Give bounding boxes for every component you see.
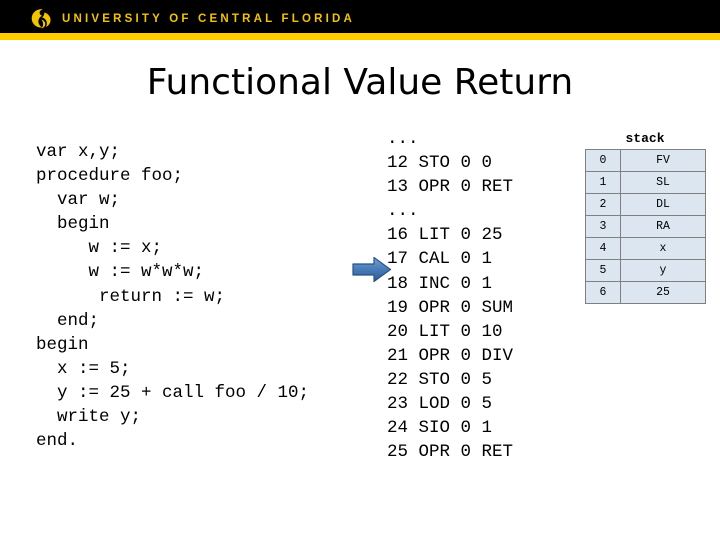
source-code-line: x := 5; [36, 358, 131, 379]
stack-table: 0 FV 1 SL 2 DL 3 RA 4 x 5 y 6 25 [585, 149, 706, 304]
assembly-code-line: 24 SIO 0 1 [387, 418, 493, 439]
table-row: 0 FV [585, 149, 706, 172]
assembly-code-block: ... 12 STO 0 0 13 OPR 0 RET... 16 LIT 0 25 1… [387, 127, 513, 464]
assembly-code-line: 16 LIT 0 25 [387, 225, 503, 246]
stack-index-cell: 6 [585, 281, 621, 304]
table-row: 3 RA [585, 215, 706, 238]
ucf-pegasus-logo-icon [31, 9, 51, 29]
source-code-line: y := 25 + call foo / 10; [36, 382, 310, 403]
source-code-line: w := w*w*w; [36, 262, 205, 283]
assembly-code-line: 13 OPR 0 RET [387, 177, 514, 198]
stack-value-cell: x [620, 237, 706, 260]
assembly-code-line: 12 STO 0 0 [387, 153, 493, 174]
source-code-line: var x,y; [36, 142, 121, 162]
stack-index-cell: 0 [585, 149, 621, 172]
stack-value-cell: 25 [620, 281, 706, 304]
stack-index-cell: 5 [585, 259, 621, 282]
slide-header: UNIVERSITY OF CENTRAL FLORIDA [0, 0, 720, 40]
table-row: 2 DL [585, 193, 706, 216]
page-title: Functional Value Return [146, 62, 574, 103]
ucf-wordmark: UNIVERSITY OF CENTRAL FLORIDA [62, 13, 355, 25]
stack-label: stack [625, 131, 665, 146]
header-gold-accent-bar [0, 33, 720, 40]
table-row: 4x [585, 237, 706, 260]
stack-value-cell: y [620, 259, 706, 282]
stack-value-cell: DL [620, 193, 706, 216]
source-code-line: begin [36, 214, 110, 235]
source-code-line: w := x; [36, 238, 163, 259]
stack-index-cell: 3 [585, 215, 621, 238]
stack-value-cell: SL [620, 171, 706, 194]
source-code-line: var w; [36, 190, 121, 211]
source-code-line: end. [36, 431, 79, 452]
assembly-code-line: ... [387, 129, 419, 149]
assembly-code-line: 23 LOD 0 5 [387, 394, 493, 415]
source-code-line: return := w; [36, 286, 226, 307]
assembly-code-line: ... [387, 201, 419, 222]
stack-index-cell: 1 [585, 171, 621, 194]
right-arrow-icon [352, 256, 392, 283]
stack-panel: stack 0 FV 1 SL 2 DL 3 RA 4 x 5 y 6 25 [585, 131, 706, 304]
stack-value-cell: RA [620, 215, 706, 238]
assembly-code-line: 21 OPR 0 DIV [387, 345, 514, 366]
source-code-line: begin [36, 334, 89, 355]
assembly-code-line: 17 CAL 0 1 [387, 249, 493, 270]
assembly-code-line: 25 OPR 0 RET [387, 442, 514, 463]
table-row: 6 25 [585, 281, 706, 304]
source-code-block: var x,y; procedure foo; var w; begin w :=… [36, 140, 309, 453]
stack-index-cell: 4 [585, 237, 621, 260]
source-code-line: end; [36, 310, 100, 331]
assembly-code-line: 22 STO 0 5 [387, 369, 493, 390]
source-code-line: write y; [36, 407, 142, 428]
assembly-code-line: 20 LIT 0 10 [387, 321, 503, 342]
assembly-code-line: 18 INC 0 1 [387, 273, 493, 294]
table-row: 5y [585, 259, 706, 282]
stack-index-cell: 2 [585, 193, 621, 216]
assembly-code-line: 19 OPR 0 SUM [387, 297, 514, 318]
stack-table-body: 0 FV 1 SL 2 DL 3 RA 4 x 5 y 6 25 [585, 149, 706, 304]
stack-value-cell: FV [620, 149, 706, 172]
source-code-line: procedure foo; [36, 166, 184, 187]
table-row: 1 SL [585, 171, 706, 194]
